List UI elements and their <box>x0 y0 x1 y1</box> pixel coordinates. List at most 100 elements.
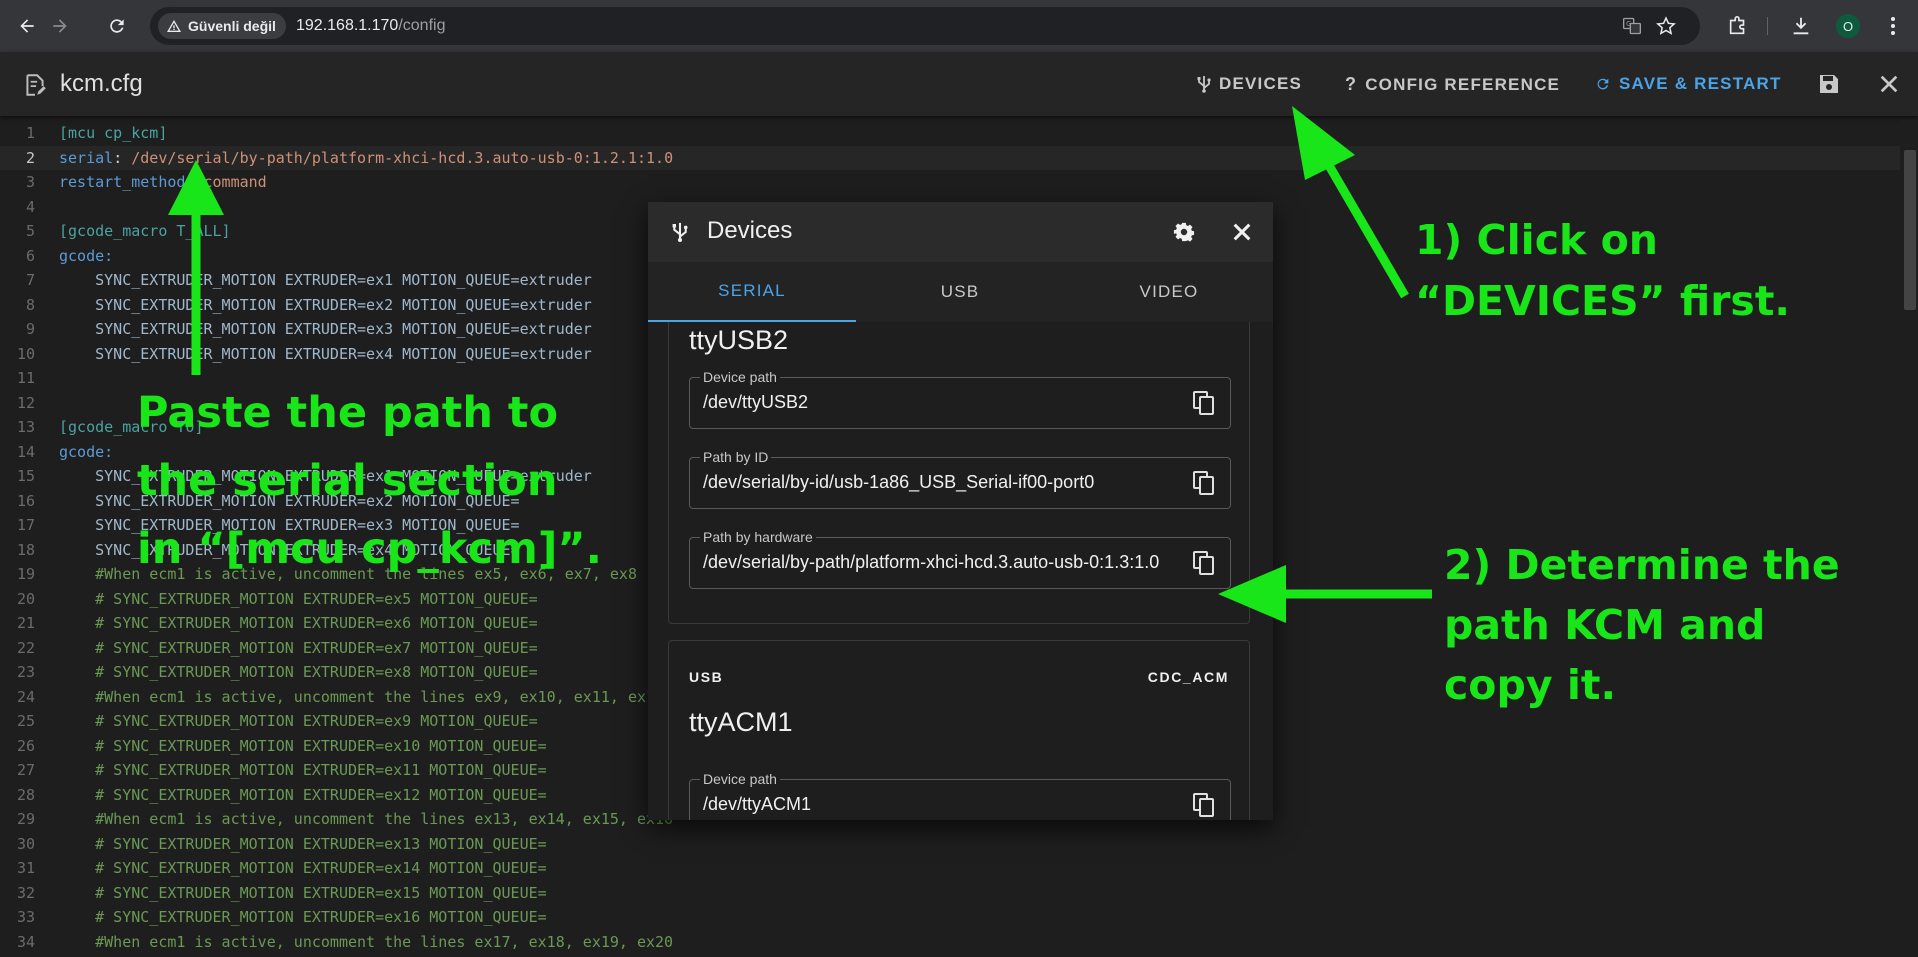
code-text: # SYNC_EXTRUDER_MOTION EXTRUDER=ex7 MOTI… <box>59 636 538 660</box>
line-number: 6 <box>25 246 35 265</box>
code-token: restart_method <box>59 173 186 191</box>
code-token: # SYNC_EXTRUDER_MOTION EXTRUDER=ex10 MOT… <box>59 736 547 755</box>
code-token: SYNC_EXTRUDER_MOTION EXTRUDER=ex2 MOTION… <box>59 295 592 314</box>
tab-usb[interactable]: USB <box>856 262 1064 322</box>
device-path-field[interactable]: Device path /dev/ttyUSB2 <box>689 369 1231 429</box>
scrollbar-thumb[interactable] <box>1904 150 1916 310</box>
code-text: SYNC_EXTRUDER_MOTION EXTRUDER=ex1 MOTION… <box>59 268 592 292</box>
copy-icon <box>1193 391 1214 415</box>
line-number: 20 <box>16 589 35 608</box>
bookmark-star-icon[interactable] <box>1656 16 1676 36</box>
code-text: # SYNC_EXTRUDER_MOTION EXTRUDER=ex13 MOT… <box>59 832 547 856</box>
line-number: 28 <box>16 785 35 804</box>
path-by-hardware-field[interactable]: Path by hardware /dev/serial/by-path/pla… <box>689 529 1231 589</box>
device-card: ttyUSB2 Device path /dev/ttyUSB2 Path by… <box>668 322 1250 624</box>
browser-toolbar: Güvenli değil 192.168.1.170/config G O <box>0 0 1918 52</box>
usb-icon <box>1197 76 1211 93</box>
code-line[interactable]: 33 # SYNC_EXTRUDER_MOTION EXTRUDER=ex16 … <box>0 905 1906 929</box>
code-line[interactable]: 1 [mcu cp_kcm] <box>0 121 1906 145</box>
path-by-id-field[interactable]: Path by ID /dev/serial/by-id/usb-1a86_US… <box>689 449 1231 509</box>
save-button[interactable] <box>1815 70 1843 98</box>
line-number: 15 <box>16 467 35 485</box>
code-token: # SYNC_EXTRUDER_MOTION EXTRUDER=ex11 MOT… <box>59 761 547 779</box>
code-line[interactable]: 32 # SYNC_EXTRUDER_MOTION EXTRUDER=ex15 … <box>0 881 1906 905</box>
copy-button[interactable] <box>1190 469 1218 497</box>
dialog-title-bar: Devices <box>648 202 1273 262</box>
code-token: # SYNC_EXTRUDER_MOTION EXTRUDER=ex12 MOT… <box>59 785 547 804</box>
code-line[interactable]: 30 # SYNC_EXTRUDER_MOTION EXTRUDER=ex13 … <box>0 832 1906 856</box>
devices-label: DEVICES <box>1219 74 1303 93</box>
save-restart-button[interactable]: SAVE & RESTART <box>1595 74 1782 94</box>
code-token: command <box>203 173 267 191</box>
line-number: 14 <box>16 442 35 461</box>
copy-button[interactable] <box>1190 549 1218 577</box>
field-value[interactable]: /dev/ttyACM1 <box>703 794 1178 815</box>
line-number: 21 <box>16 614 35 632</box>
close-editor-button[interactable] <box>1875 70 1903 98</box>
annotation-line: 1) Click on <box>1415 216 1658 264</box>
line-number: 25 <box>16 712 35 730</box>
devices-button[interactable]: DEVICES <box>1197 74 1302 94</box>
code-token: # SYNC_EXTRUDER_MOTION EXTRUDER=ex5 MOTI… <box>59 589 538 608</box>
code-line[interactable]: 2 serial: /dev/serial/by-path/platform-xh… <box>0 145 1906 170</box>
settings-gear-icon[interactable] <box>1173 221 1195 243</box>
line-number: 7 <box>25 271 35 289</box>
usb-icon <box>672 222 688 243</box>
copy-button[interactable] <box>1190 389 1218 417</box>
code-text: gcode: <box>59 440 113 464</box>
field-value[interactable]: /dev/serial/by-path/platform-xhci-hcd.3.… <box>703 552 1178 573</box>
field-label: Path by ID <box>700 449 772 465</box>
profile-button[interactable]: O <box>1835 13 1861 39</box>
line-number: 11 <box>16 369 35 387</box>
url-host: 192.168.1.170 <box>296 17 399 34</box>
line-number: 5 <box>25 222 35 240</box>
code-text: gcode: <box>59 244 113 268</box>
close-dialog-icon[interactable] <box>1231 221 1253 243</box>
annotation-line: copy it. <box>1444 661 1617 709</box>
copy-button[interactable] <box>1190 791 1218 819</box>
editor-header: kcm.cfg DEVICES ? CONFIG REFERENCE SAVE … <box>0 52 1918 116</box>
line-number: 34 <box>16 932 35 951</box>
save-restart-label: SAVE & RESTART <box>1619 74 1782 93</box>
reload-button[interactable] <box>104 13 130 39</box>
translate-icon[interactable]: G <box>1622 16 1642 36</box>
forward-button[interactable] <box>47 13 73 39</box>
back-button[interactable] <box>14 13 40 39</box>
code-line[interactable]: 34 #When ecm1 is active, uncomment the l… <box>0 930 1906 954</box>
security-chip[interactable]: Güvenli değil <box>158 13 286 39</box>
extensions-button[interactable] <box>1725 13 1751 39</box>
code-token: # SYNC_EXTRUDER_MOTION EXTRUDER=ex15 MOT… <box>59 883 547 902</box>
field-label: Device path <box>700 771 780 787</box>
line-number: 8 <box>25 295 35 314</box>
code-line[interactable]: 3 restart_method: command <box>0 170 1906 194</box>
code-token: # SYNC_EXTRUDER_MOTION EXTRUDER=ex8 MOTI… <box>59 663 538 681</box>
code-token: gcode: <box>59 442 114 461</box>
code-line[interactable]: 31 # SYNC_EXTRUDER_MOTION EXTRUDER=ex14 … <box>0 856 1906 880</box>
code-text: # SYNC_EXTRUDER_MOTION EXTRUDER=ex10 MOT… <box>59 734 547 758</box>
dialog-title: Devices <box>707 217 793 244</box>
config-reference-button[interactable]: ? CONFIG REFERENCE <box>1345 74 1560 95</box>
line-number: 32 <box>16 883 35 902</box>
line-number: 31 <box>16 859 35 877</box>
tab-video[interactable]: VIDEO <box>1065 262 1273 322</box>
url-path: /config <box>398 17 446 34</box>
field-value[interactable]: /dev/ttyUSB2 <box>703 392 1178 413</box>
code-token: # SYNC_EXTRUDER_MOTION EXTRUDER=ex16 MOT… <box>59 908 547 926</box>
field-label: Path by hardware <box>700 529 816 545</box>
device-path-field[interactable]: Device path /dev/ttyACM1 <box>689 771 1231 820</box>
device-list[interactable]: ttyUSB2 Device path /dev/ttyUSB2 Path by… <box>648 322 1273 820</box>
code-token: # SYNC_EXTRUDER_MOTION EXTRUDER=ex14 MOT… <box>59 859 547 877</box>
url-text[interactable]: 192.168.1.170/config <box>296 17 445 35</box>
downloads-button[interactable] <box>1788 13 1814 39</box>
annotation-line: 2) Determine the <box>1444 541 1840 589</box>
avatar: O <box>1836 14 1860 38</box>
line-number: 18 <box>16 540 35 559</box>
tab-serial[interactable]: SERIAL <box>648 262 856 322</box>
browser-menu-button[interactable] <box>1880 13 1906 39</box>
editor-scrollbar[interactable] <box>1900 120 1918 957</box>
code-text: #When ecm1 is active, uncomment the line… <box>59 685 664 709</box>
address-bar[interactable]: Güvenli değil 192.168.1.170/config G <box>150 7 1700 45</box>
field-value[interactable]: /dev/serial/by-id/usb-1a86_USB_Serial-if… <box>703 472 1178 493</box>
code-token: : <box>113 148 132 167</box>
code-text: # SYNC_EXTRUDER_MOTION EXTRUDER=ex14 MOT… <box>59 856 547 880</box>
